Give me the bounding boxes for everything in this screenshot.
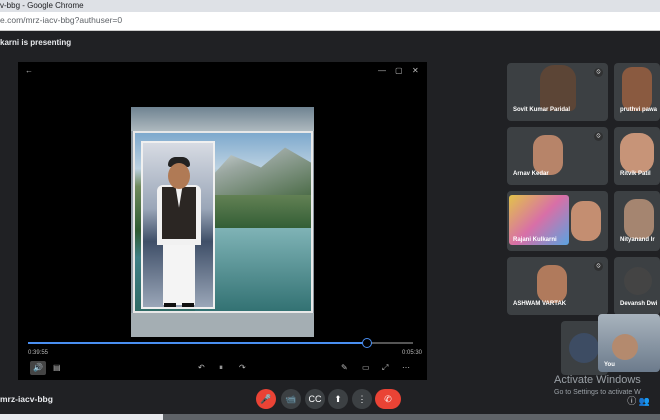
elapsed-time: 0:39:55 <box>28 350 49 356</box>
info-icon[interactable]: ⓘ <box>627 396 636 406</box>
activate-windows-title: Activate Windows <box>554 374 641 386</box>
present-button[interactable]: ⬆ <box>328 389 348 409</box>
child-face <box>168 163 190 189</box>
participant-name: Rajani Kulkarni <box>513 237 557 243</box>
leave-call-button[interactable]: ✆ <box>375 389 401 409</box>
taskbar <box>0 414 660 420</box>
child-shoe-left <box>164 303 176 307</box>
participant-video <box>571 201 601 241</box>
window-title: v-bbg - Google Chrome <box>0 1 84 10</box>
video-frame <box>131 107 314 337</box>
participant-tile[interactable]: Rajani Kulkarni <box>507 191 608 251</box>
back-arrow-icon[interactable]: ← <box>25 66 33 76</box>
mic-off-icon: ⦸ <box>594 68 603 77</box>
child-shoe-right <box>182 303 194 307</box>
child-photo <box>141 141 215 309</box>
volume-icon[interactable]: 🔊 <box>30 361 46 375</box>
meeting-tools: ⓘ 👥 <box>627 394 650 407</box>
miniplayer-icon[interactable]: ▭ <box>362 363 370 373</box>
frame-bottom-border <box>131 313 314 337</box>
meeting-code: mrz-iacv-bbg <box>0 394 53 404</box>
participant-name: Sovit Kumar Paridal <box>513 107 571 113</box>
people-icon[interactable]: 👥 <box>639 396 650 406</box>
participant-tile[interactable]: ⦸ ASHWAM VARTAK <box>507 257 608 315</box>
participant-tile[interactable]: Ritvik Patil <box>614 127 660 185</box>
participant-video <box>622 67 652 111</box>
mic-off-icon: ⦸ <box>594 262 603 271</box>
edit-icon[interactable]: ✎ <box>341 363 348 373</box>
close-icon[interactable]: ✕ <box>412 66 419 76</box>
participant-tile[interactable]: Nityanand Ir <box>614 191 660 251</box>
maximize-icon[interactable]: ▢ <box>395 66 403 76</box>
minimize-icon[interactable]: — <box>378 66 386 76</box>
self-view-label: You <box>604 362 615 368</box>
address-bar[interactable]: e.com/mrz-iacv-bbg?authuser=0 <box>0 12 660 31</box>
more-options-icon[interactable]: ⋯ <box>402 363 410 373</box>
participant-video <box>620 133 654 173</box>
pause-icon[interactable]: ⏸ <box>219 363 223 373</box>
participant-video <box>533 135 563 175</box>
participant-video <box>540 65 576 111</box>
video-progress-bar[interactable] <box>28 338 413 348</box>
self-view-face <box>612 334 638 360</box>
captions-icon[interactable]: ▤ <box>53 363 61 373</box>
mic-off-icon: ⦸ <box>594 132 603 141</box>
self-view-tile[interactable]: You <box>598 314 660 372</box>
camera-button[interactable]: 📹 <box>281 389 301 409</box>
browser-title-bar: v-bbg - Google Chrome <box>0 0 660 12</box>
participant-video <box>624 199 654 239</box>
progress-fill <box>28 342 367 344</box>
taskbar-active-item[interactable] <box>0 414 163 420</box>
participant-name: Nityanand Ir <box>620 237 655 243</box>
forward-icon[interactable]: ↷ <box>239 363 246 373</box>
total-duration: 0:05:30 <box>402 350 423 356</box>
participant-name: Ritvik Patil <box>620 171 651 177</box>
participant-video <box>537 265 567 303</box>
participant-name: Devansh Dwi <box>620 301 658 307</box>
participant-tile[interactable]: Devansh Dwi <box>614 257 660 315</box>
participant-avatar <box>569 333 599 363</box>
participant-name: ASHWAM VARTAK <box>513 301 567 307</box>
video-player[interactable]: ← — ▢ ✕ 0:39:55 0:05:30 🔊 ▤ ↶ ⏸ ↷ ✎ ▭ ⤢ … <box>18 62 427 380</box>
fullscreen-icon[interactable]: ⤢ <box>382 363 388 373</box>
progress-handle[interactable] <box>361 338 372 348</box>
participant-tile[interactable]: pruthvi pawa <box>614 63 660 121</box>
landscape-photo <box>133 131 313 313</box>
participant-tile[interactable]: ⦸ Sovit Kumar Paridal <box>507 63 608 121</box>
participant-avatar <box>624 267 652 295</box>
more-options-button[interactable]: ⋮ <box>352 389 372 409</box>
presenting-banner: karni is presenting <box>0 38 72 47</box>
mic-off-button[interactable]: 🎤 <box>256 389 276 409</box>
participant-name: pruthvi pawa <box>620 107 658 113</box>
participant-name: Arnav Kedar <box>513 171 549 177</box>
url-text[interactable]: e.com/mrz-iacv-bbg?authuser=0 <box>0 15 122 25</box>
frame-top-border <box>131 107 314 131</box>
participant-tile[interactable]: ⦸ Arnav Kedar <box>507 127 608 185</box>
child-pyjama <box>163 245 195 305</box>
rewind-icon[interactable]: ↶ <box>198 363 205 373</box>
captions-button[interactable]: CC <box>305 389 325 409</box>
